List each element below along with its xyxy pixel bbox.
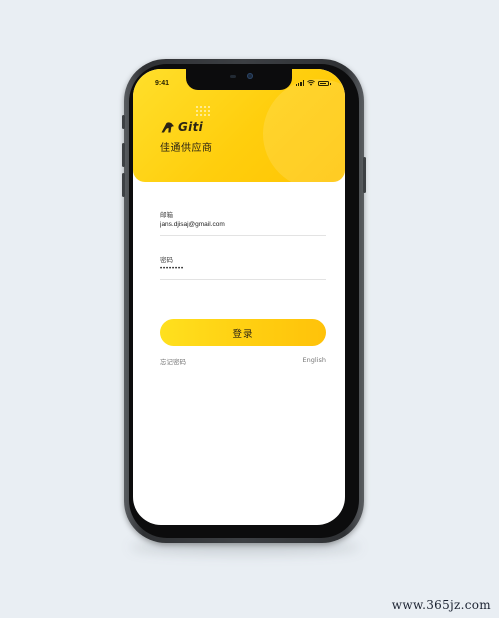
volume-down-button [122,173,125,197]
status-icons [295,80,331,86]
power-button [363,157,366,193]
language-switch-link[interactable]: English [303,356,326,364]
email-underline [160,235,326,236]
signal-icon [295,80,304,86]
status-time: 9:41 [155,80,170,87]
password-label: 密码 [160,256,173,264]
speaker-grille [230,75,236,78]
login-button[interactable]: 登录 [160,319,326,346]
forgot-password-link[interactable]: 忘记密码 [160,356,186,366]
wifi-icon [307,80,315,86]
header-decoration-circle [263,79,345,182]
watermark-text: www.365jz.com [391,598,491,612]
password-field[interactable]: •••••••• [160,266,326,272]
front-camera [247,73,253,79]
phone-frame: 9:41 Giti 佳通供应商 邮箱 jans.djisaj@gmail.com… [122,59,366,543]
phone-notch [186,69,292,90]
email-label: 邮箱 [160,211,173,219]
volume-up-button [122,143,125,167]
brand-name: Giti [178,120,204,134]
password-underline [160,279,326,280]
app-screen: 9:41 Giti 佳通供应商 邮箱 jans.djisaj@gmail.com… [133,69,345,525]
battery-icon [318,80,331,86]
header-decoration-dots [195,105,211,117]
app-subtitle: 佳通供应商 [160,143,213,154]
email-field[interactable] [160,221,326,228]
brand-logo: Giti [161,120,203,134]
giti-logo-icon [161,121,174,132]
silent-switch [122,115,125,129]
